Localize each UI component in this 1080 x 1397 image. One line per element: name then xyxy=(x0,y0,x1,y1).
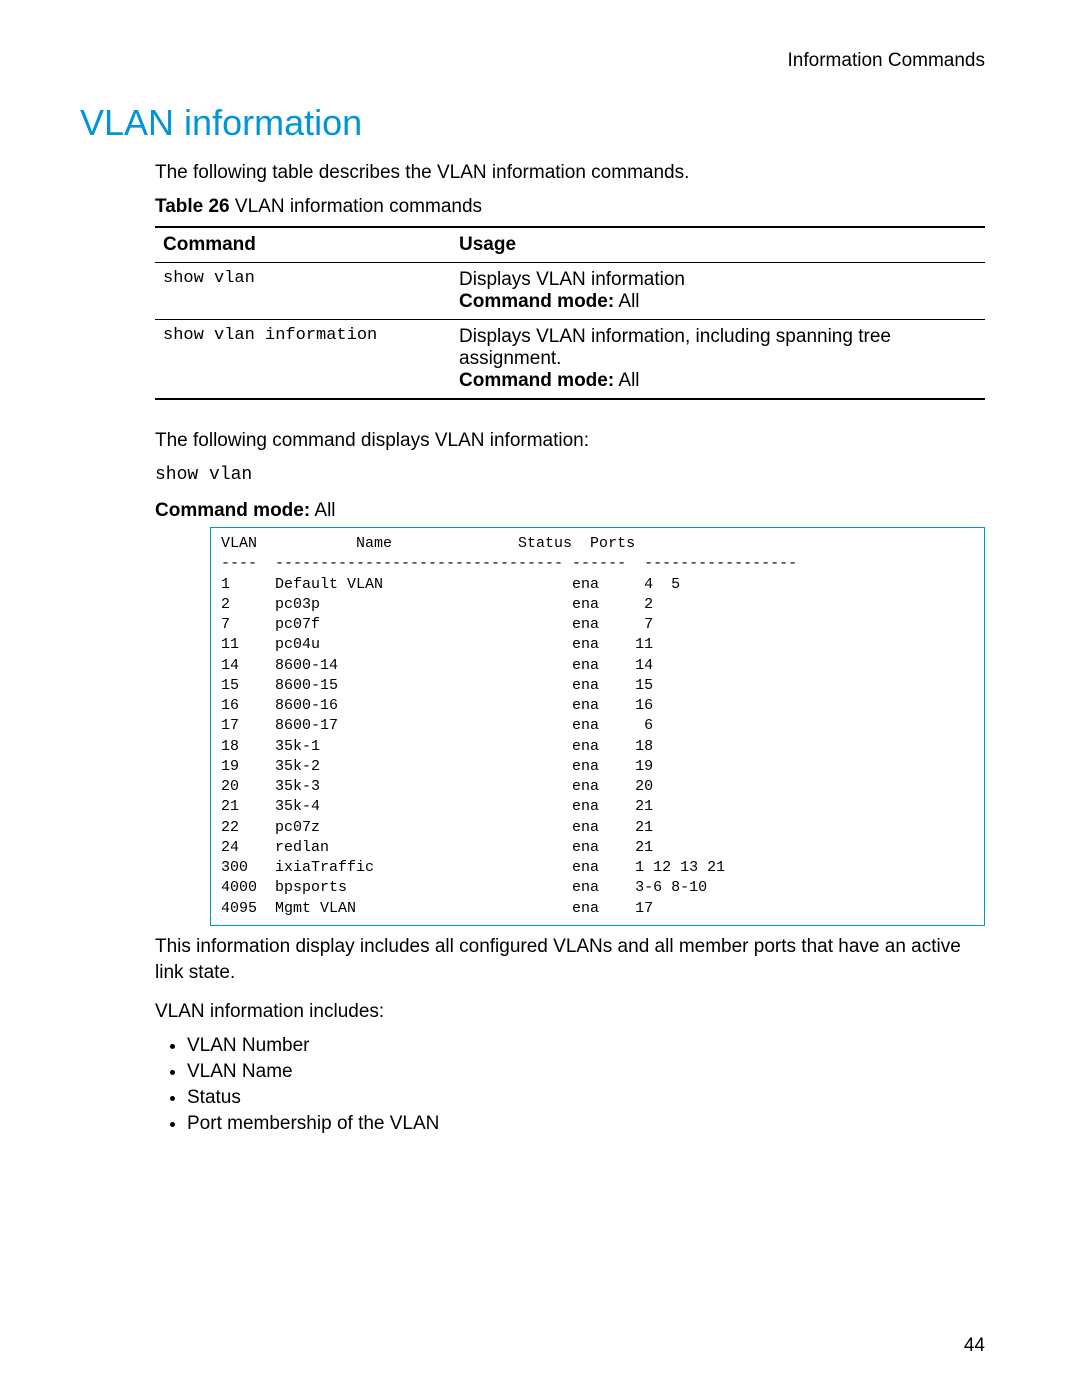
example-intro: The following command displays VLAN info… xyxy=(155,428,985,454)
intro-text: The following table describes the VLAN i… xyxy=(155,160,985,186)
table-row: show vlan information Displays VLAN info… xyxy=(155,319,985,399)
table-header-row: Command Usage xyxy=(155,227,985,263)
bullet-list: VLAN Number VLAN Name Status Port member… xyxy=(155,1035,985,1135)
page: Information Commands VLAN information Th… xyxy=(0,0,1080,1397)
table-caption-text: VLAN information commands xyxy=(230,196,482,217)
section-heading: VLAN information xyxy=(80,102,985,144)
after-output-1: This information display includes all co… xyxy=(155,934,985,985)
cli-output: VLAN Name Status Ports ---- ------------… xyxy=(210,527,985,926)
commands-table: Command Usage show vlan Displays VLAN in… xyxy=(155,226,985,400)
usage-desc: Displays VLAN information xyxy=(459,269,685,290)
list-item: Status xyxy=(187,1087,985,1109)
page-header: Information Commands xyxy=(80,50,985,72)
table-row: show vlan Displays VLAN information Comm… xyxy=(155,262,985,319)
page-number: 44 xyxy=(964,1335,985,1357)
cmd-cell: show vlan xyxy=(155,262,451,319)
usage-cell: Displays VLAN information Command mode: … xyxy=(451,262,985,319)
th-command: Command xyxy=(155,227,451,263)
cmd-cell: show vlan information xyxy=(155,319,451,399)
command-mode-label: Command mode: xyxy=(459,370,614,391)
usage-desc: Displays VLAN information, including spa… xyxy=(459,326,891,369)
after-output-2: VLAN information includes: xyxy=(155,999,985,1025)
command-mode-value: All xyxy=(614,291,639,312)
list-item: VLAN Name xyxy=(187,1061,985,1083)
example-mode-label: Command mode: xyxy=(155,500,310,521)
example-mode-value: All xyxy=(310,500,335,521)
command-mode-value: All xyxy=(614,370,639,391)
command-mode-label: Command mode: xyxy=(459,291,614,312)
table-caption: Table 26 VLAN information commands xyxy=(155,196,985,218)
example-command: show vlan xyxy=(155,463,985,487)
table-caption-label: Table 26 xyxy=(155,196,230,217)
th-usage: Usage xyxy=(451,227,985,263)
example-mode: Command mode: All xyxy=(155,498,985,524)
list-item: VLAN Number xyxy=(187,1035,985,1057)
usage-cell: Displays VLAN information, including spa… xyxy=(451,319,985,399)
list-item: Port membership of the VLAN xyxy=(187,1113,985,1135)
